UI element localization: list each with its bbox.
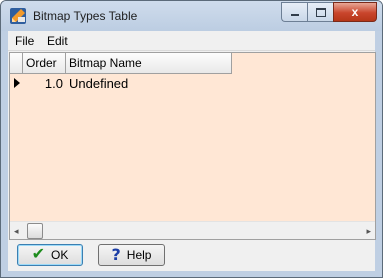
ok-button[interactable]: ✔ OK — [17, 244, 83, 266]
menu-edit[interactable]: Edit — [47, 34, 68, 48]
current-row-indicator-icon — [10, 74, 23, 93]
header-indicator-cell — [10, 53, 23, 73]
app-pencil-ruler-icon — [10, 8, 26, 24]
menu-file[interactable]: File — [15, 34, 34, 48]
help-button[interactable]: ? Help — [98, 244, 165, 266]
minimize-icon — [290, 14, 299, 16]
window-client-area: File Edit Order Bitmap Name 1.0 Undefine… — [8, 31, 376, 271]
bitmap-types-grid[interactable]: Order Bitmap Name 1.0 Undefined ◂ ▸ — [9, 52, 376, 240]
scroll-right-icon[interactable]: ▸ — [366, 226, 371, 237]
caption-buttons: x — [281, 2, 377, 22]
help-button-label: Help — [126, 248, 152, 262]
grid-header: Order Bitmap Name — [10, 53, 232, 74]
bitmap-types-window: Bitmap Types Table x File Edit Order Bit… — [0, 0, 383, 278]
close-button[interactable]: x — [333, 2, 377, 22]
maximize-icon — [315, 7, 326, 17]
menu-bar: File Edit — [8, 31, 375, 51]
window-title: Bitmap Types Table — [33, 9, 138, 23]
scroll-left-icon[interactable]: ◂ — [14, 226, 19, 237]
horizontal-scrollbar[interactable]: ◂ ▸ — [10, 221, 375, 239]
maximize-button[interactable] — [307, 2, 333, 22]
ok-button-label: OK — [51, 248, 69, 262]
cell-order[interactable]: 1.0 — [23, 74, 63, 93]
minimize-button[interactable] — [281, 2, 307, 22]
question-mark-icon: ? — [111, 245, 121, 264]
table-row[interactable]: 1.0 Undefined — [10, 74, 232, 93]
title-bar[interactable]: Bitmap Types Table x — [1, 1, 382, 31]
checkmark-icon: ✔ — [31, 246, 46, 263]
scrollbar-thumb[interactable] — [27, 223, 43, 239]
cell-bitmap-name[interactable]: Undefined — [69, 74, 229, 93]
close-icon: x — [351, 5, 359, 19]
column-header-bitmap-name[interactable]: Bitmap Name — [66, 53, 232, 73]
column-header-order[interactable]: Order — [23, 53, 66, 73]
